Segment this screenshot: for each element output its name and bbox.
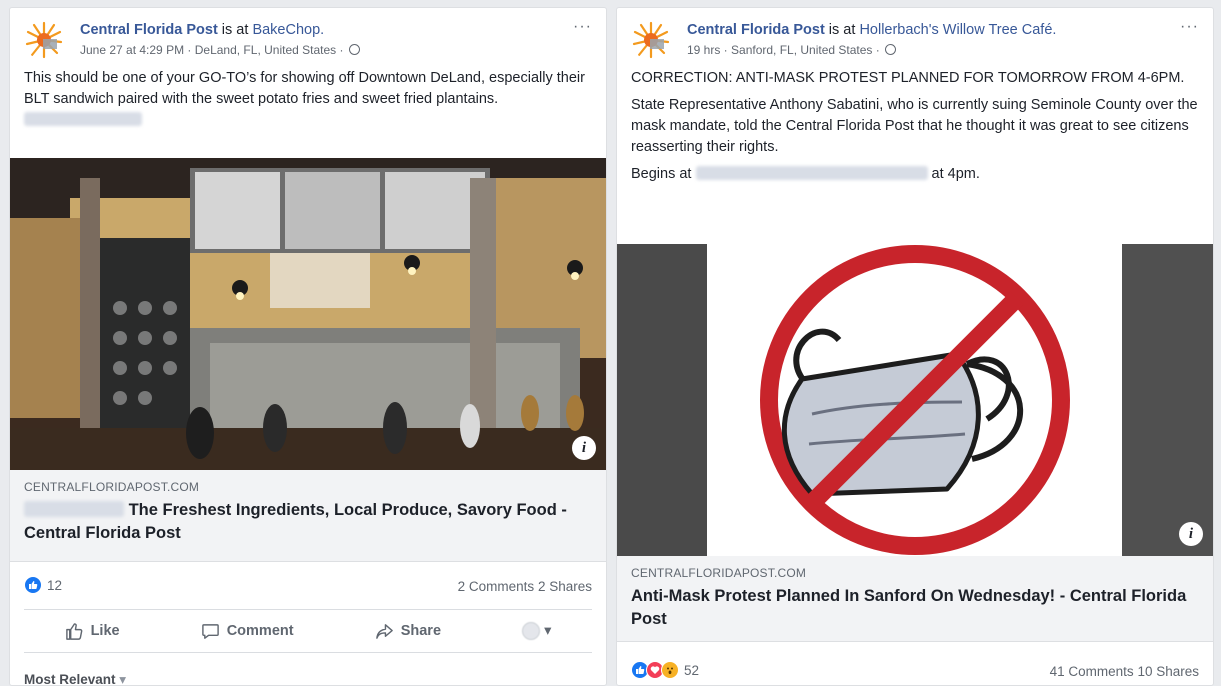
no-mask-image[interactable]: i [617, 244, 1213, 556]
page-avatar[interactable] [24, 20, 64, 60]
post-meta: 19 hrs · Sanford, FL, United States · [687, 43, 1173, 57]
post-body: This should be one of your GO-TO’s for s… [10, 68, 606, 131]
comment-label: Comment [226, 623, 294, 639]
reaction-identity-selector[interactable]: ▾ [522, 622, 551, 640]
like-button[interactable]: Like [65, 622, 120, 641]
shares-count[interactable]: 2 Shares [538, 579, 592, 594]
is-at-text: is at [217, 22, 253, 38]
link-domain: CENTRALFLORIDAPOST.COM [24, 480, 200, 494]
reactions-summary[interactable]: 12 [24, 576, 62, 594]
place-link[interactable]: BakeChop. [252, 22, 324, 38]
redacted-tag [24, 112, 142, 126]
comments-count[interactable]: 2 Comments [458, 579, 535, 594]
post-card-anti-mask-protest: Central Florida Post is at Hollerbach's … [616, 7, 1214, 686]
like-label: Like [90, 623, 120, 639]
reaction-count: 52 [684, 662, 700, 678]
engagement-stats: 12 2 Comments 2 Shares [24, 573, 592, 599]
place-link[interactable]: Hollerbach's Willow Tree Café. [859, 22, 1056, 38]
info-icon[interactable]: i [572, 436, 596, 460]
comment-sort-dropdown[interactable]: Most Relevant ▾ [24, 672, 127, 686]
post-text: This should be one of your GO-TO’s for s… [24, 70, 585, 107]
timestamp-location[interactable]: 19 hrs · Sanford, FL, United States · [687, 43, 883, 57]
prohibited-mask-icon [617, 244, 1213, 556]
like-reaction-icon [24, 576, 42, 594]
post-body: CORRECTION: ANTI-MASK PROTEST PLANNED FO… [617, 68, 1213, 185]
page-name-link[interactable]: Central Florida Post [80, 22, 218, 38]
post-header: Central Florida Post is at Hollerbach's … [617, 8, 1213, 68]
redacted-location [695, 166, 928, 180]
post-title-line: Central Florida Post is at BakeChop. [80, 22, 566, 38]
more-options-icon[interactable]: ··· [573, 18, 592, 36]
correction-text: CORRECTION: ANTI-MASK PROTEST PLANNED FO… [631, 70, 1185, 86]
thumbs-up-icon [65, 622, 82, 640]
post-meta: June 27 at 4:29 PM · DeLand, FL, United … [80, 43, 566, 57]
link-title-wrapper: The Freshest Ingredients, Local Produce,… [24, 499, 592, 545]
redacted-name [24, 501, 124, 517]
link-preview[interactable]: CENTRALFLORIDAPOST.COM The Freshest Ingr… [10, 470, 606, 562]
sun-logo-icon [631, 20, 671, 60]
globe-icon [348, 44, 360, 55]
globe-icon [885, 44, 897, 55]
identity-avatar [522, 622, 541, 640]
share-label: Share [400, 623, 442, 639]
begins-time-text: at 4pm. [931, 166, 980, 182]
link-domain: CENTRALFLORIDAPOST.COM [631, 566, 807, 580]
engagement-stats: 52 41 Comments 10 Shares [631, 658, 1199, 684]
link-preview[interactable]: CENTRALFLORIDAPOST.COM Anti-Mask Protest… [617, 556, 1213, 642]
share-button[interactable]: Share [375, 622, 441, 641]
sun-logo-icon [24, 20, 64, 60]
representative-text: State Representative Anthony Sabatini, w… [631, 97, 1198, 155]
wow-reaction-icon [661, 661, 679, 679]
comments-count[interactable]: 41 Comments [1050, 664, 1134, 679]
comment-bubble-icon [201, 623, 219, 639]
begins-at-text: Begins at [631, 166, 692, 182]
restaurant-interior-image [10, 158, 606, 470]
page-avatar[interactable] [631, 20, 671, 60]
reaction-count: 12 [47, 577, 63, 593]
page-name-link[interactable]: Central Florida Post [687, 22, 825, 38]
share-arrow-icon [375, 623, 393, 639]
restaurant-photo[interactable]: i [10, 158, 606, 470]
timestamp-location[interactable]: June 27 at 4:29 PM · DeLand, FL, United … [80, 43, 347, 57]
link-title[interactable]: Anti-Mask Protest Planned In Sanford On … [631, 585, 1199, 631]
action-bar: Like Comment Share ▾ [24, 609, 592, 653]
shares-count[interactable]: 10 Shares [1137, 664, 1199, 679]
post-title-line: Central Florida Post is at Hollerbach's … [687, 22, 1173, 38]
post-card-bakechop: Central Florida Post is at BakeChop. Jun… [9, 7, 607, 686]
is-at-text: is at [824, 22, 860, 38]
comment-button[interactable]: Comment [201, 622, 294, 641]
post-header: Central Florida Post is at BakeChop. Jun… [10, 8, 606, 68]
info-icon[interactable]: i [1179, 522, 1203, 546]
sort-caret-icon: ▾ [119, 672, 127, 686]
sort-label: Most Relevant [24, 672, 116, 686]
reactions-summary[interactable]: 52 [631, 661, 699, 679]
caret-down-icon: ▾ [544, 623, 552, 639]
more-options-icon[interactable]: ··· [1180, 18, 1199, 36]
